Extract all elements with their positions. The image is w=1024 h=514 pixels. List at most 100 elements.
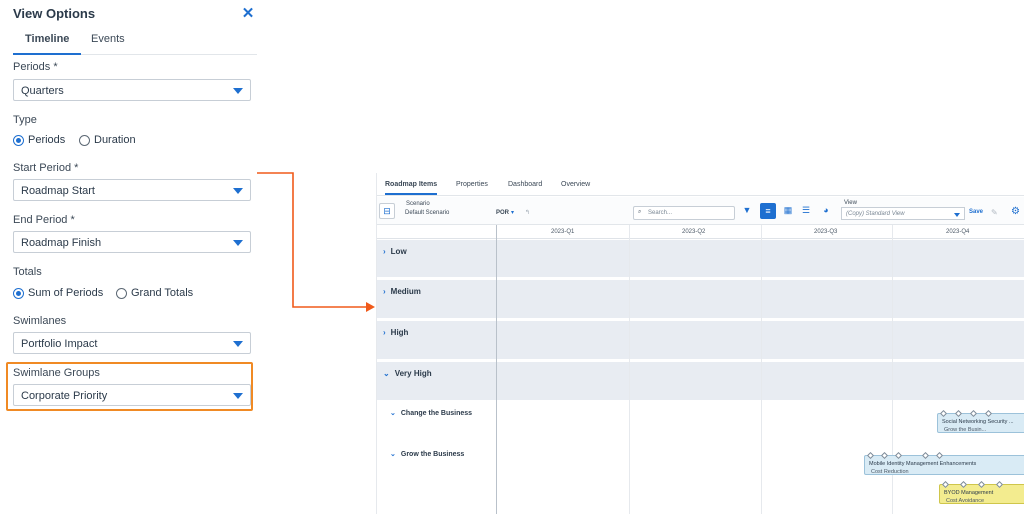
start-period-label: Start Period * [13,162,79,174]
group-grow-the-business[interactable]: ⌄ Grow the Business [390,450,464,458]
milestone-icon [977,480,986,489]
milestone-icon [935,451,944,460]
close-icon[interactable]: ✕ [240,6,256,22]
milestone-icon [954,409,963,418]
item-subtitle: Grow the Busin... [944,427,987,433]
quarter-divider [761,225,762,514]
tab-properties[interactable]: Properties [456,181,488,188]
chevron-down-icon [954,213,960,217]
search-icon: ⌕ [638,209,642,215]
milestone-icon [969,409,978,418]
quarter-label: 2023-Q2 [682,229,706,235]
swimlane-groups-select[interactable]: Corporate Priority [13,384,251,406]
group-change-the-business[interactable]: ⌄ Change the Business [390,409,472,417]
chevron-down-icon[interactable]: ⌄ [390,450,396,458]
tab-timeline[interactable]: Timeline [13,33,82,55]
swimlanes-value: Portfolio Impact [21,338,98,350]
chevron-right-icon[interactable]: › [383,328,386,337]
milestone-icon [939,409,948,418]
chevron-down-icon [233,188,243,194]
radio-checked-icon [13,287,24,299]
radio-unchecked-icon [116,287,127,299]
edit-icon[interactable]: ✎ [991,208,998,217]
item-title: Mobile Identity Management Enhancements [869,461,977,467]
swimlanes-label: Swimlanes [13,315,67,327]
totals-grand-radio[interactable]: Grand Totals [116,287,193,299]
end-period-value: Roadmap Finish [21,237,102,249]
scenario-icon[interactable]: ⊟ [379,203,395,219]
chart-icon[interactable]: ◕ [818,203,834,219]
milestone-icon [866,451,875,460]
quarter-label: 2023-Q3 [814,229,838,235]
chevron-down-icon [233,88,243,94]
swimlane-groups-value: Corporate Priority [21,390,108,402]
milestone-icon [984,409,993,418]
panel-tabs: Timeline Events [13,31,257,55]
chevron-down-icon[interactable]: ⌄ [390,409,396,417]
tab-roadmap-items[interactable]: Roadmap Items [385,181,438,195]
back-icon[interactable]: ↰ [525,209,530,216]
tab-events[interactable]: Events [91,33,125,55]
swimlane-low[interactable]: › Low [377,240,1024,280]
totals-radio-group: Sum of Periods Grand Totals [13,287,233,301]
roadmap-item[interactable]: BYOD Management Cost Avoidance [939,480,1024,504]
swimlane-groups-label: Swimlane Groups [13,367,100,379]
gear-icon[interactable]: ⚙ [1011,206,1020,217]
label-column-divider [496,225,497,514]
view-select[interactable]: (Copy) Standard View [841,207,965,220]
timeline-view-button[interactable]: ≡ [760,203,776,219]
swimlanes-select[interactable]: Portfolio Impact [13,332,251,354]
chevron-down-icon[interactable]: ⌄ [383,369,390,378]
roadmap-item[interactable]: Mobile Identity Management Enhancements … [864,451,1024,475]
totals-sum-radio[interactable]: Sum of Periods [13,287,103,299]
start-period-value: Roadmap Start [21,185,95,197]
view-label: View [844,200,857,206]
quarter-label: 2023-Q4 [946,229,970,235]
radio-unchecked-icon [79,134,90,146]
swimlane-high[interactable]: › High [377,321,1024,362]
tab-dashboard[interactable]: Dashboard [508,181,542,188]
item-subtitle: Cost Reduction [871,469,909,475]
milestone-icon [995,480,1004,489]
milestone-icon [894,451,903,460]
chevron-down-icon [233,240,243,246]
totals-label: Totals [13,266,42,278]
quarter-label: 2023-Q1 [551,229,575,235]
item-title: Social Networking Security ... [942,419,1014,425]
milestone-icon [880,451,889,460]
scenario-value[interactable]: Default Scenario [405,210,449,216]
chevron-down-icon [233,341,243,347]
tab-overview[interactable]: Overview [561,181,590,188]
swimlane-very-high[interactable]: ⌄ Very High [377,362,1024,403]
roadmap-tabs: Roadmap Items Properties Dashboard Overv… [377,173,1024,196]
board-view-icon[interactable]: ▦ [780,203,796,219]
milestone-icon [959,480,968,489]
filter-icon[interactable]: ▼ [739,203,755,219]
quarter-divider [629,225,630,514]
panel-title: View Options [13,6,96,21]
periods-value: Quarters [21,85,64,97]
end-period-select[interactable]: Roadmap Finish [13,231,251,253]
scenario-badge: POR [496,210,510,216]
periods-select[interactable]: Quarters [13,79,251,101]
list-view-icon[interactable]: ☰ [798,203,814,219]
start-period-select[interactable]: Roadmap Start [13,179,251,201]
save-button[interactable]: Save [969,209,983,215]
chevron-down-icon[interactable]: ▾ [511,209,514,216]
chevron-right-icon[interactable]: › [383,247,386,256]
type-radio-group: Periods Duration [13,134,213,148]
item-title: BYOD Management [944,490,994,496]
search-input[interactable]: ⌕ Search... [633,206,735,220]
item-subtitle: Cost Avoidance [946,498,985,504]
type-periods-radio[interactable]: Periods [13,134,65,146]
type-duration-radio[interactable]: Duration [79,134,136,146]
radio-checked-icon [13,134,24,146]
roadmap-item[interactable]: Social Networking Security ... Grow the … [937,409,1024,433]
timeline-header: 2023-Q1 2023-Q2 2023-Q3 2023-Q4 [377,225,1024,239]
roadmap-view: Roadmap Items Properties Dashboard Overv… [376,173,1024,514]
swimlane-medium[interactable]: › Medium [377,280,1024,321]
type-label: Type [13,114,37,126]
end-period-label: End Period * [13,214,75,226]
scenario-label: Scenario [406,201,430,207]
chevron-right-icon[interactable]: › [383,287,386,296]
